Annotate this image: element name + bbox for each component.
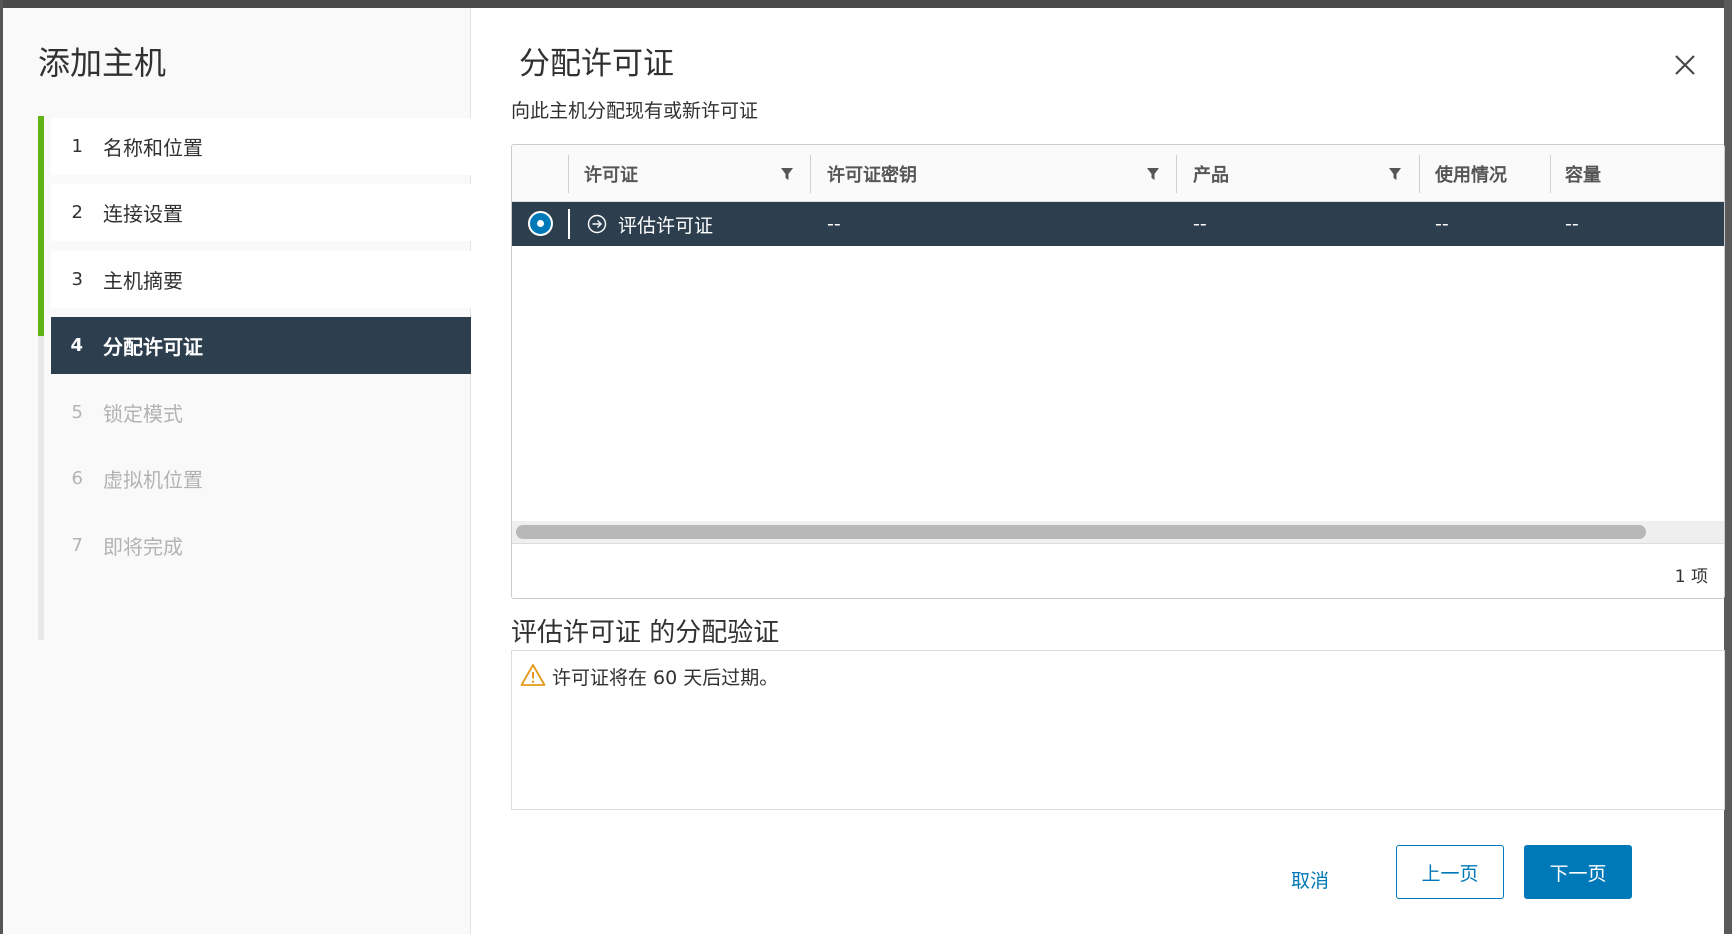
back-button[interactable]: 上一页 xyxy=(1396,845,1504,899)
step-number: 7 xyxy=(71,535,83,556)
step-number: 1 xyxy=(71,136,83,157)
step-number: 3 xyxy=(71,269,83,290)
step-ready-to-complete: 7 即将完成 xyxy=(51,517,471,574)
column-separator xyxy=(1176,155,1177,193)
step-host-summary[interactable]: 3 主机摘要 xyxy=(51,251,471,308)
step-label: 主机摘要 xyxy=(103,269,183,293)
column-header-usage[interactable]: 使用情况 xyxy=(1435,145,1507,202)
step-assign-license[interactable]: 4 分配许可证 xyxy=(51,317,471,374)
step-number: 5 xyxy=(71,402,83,423)
add-host-wizard-modal: 添加主机 1 名称和位置 2 连接设置 3 主机摘要 4 分配许可证 5 锁定模… xyxy=(3,8,1725,934)
background-topbar xyxy=(0,0,1732,8)
column-separator xyxy=(1419,155,1420,193)
cell-license-key: -- xyxy=(827,213,841,235)
column-label: 产品 xyxy=(1193,164,1229,186)
column-label: 许可证 xyxy=(584,164,638,186)
wizard-sidebar: 添加主机 1 名称和位置 2 连接设置 3 主机摘要 4 分配许可证 5 锁定模… xyxy=(3,8,471,934)
column-header-license-key[interactable]: 许可证密钥 xyxy=(827,145,917,202)
step-label: 锁定模式 xyxy=(103,402,183,426)
arrow-circle-right-icon xyxy=(587,214,607,234)
license-grid: 许可证 许可证密钥 产品 使用情况 容量 评估许可证 -- -- -- -- 1… xyxy=(511,144,1725,599)
page-title: 分配许可证 xyxy=(519,46,674,82)
table-row[interactable]: 评估许可证 -- -- -- -- xyxy=(512,202,1724,246)
column-separator xyxy=(568,155,569,193)
step-lockdown-mode: 5 锁定模式 xyxy=(51,384,471,441)
column-header-capacity[interactable]: 容量 xyxy=(1565,145,1601,202)
validation-title: 评估许可证 的分配验证 xyxy=(511,618,780,648)
step-number: 4 xyxy=(70,335,83,356)
cancel-button[interactable]: 取消 xyxy=(1291,866,1329,893)
background-right-edge xyxy=(1724,0,1732,934)
step-vm-location: 6 虚拟机位置 xyxy=(51,450,471,507)
cell-capacity: -- xyxy=(1565,213,1579,235)
item-count: 1 项 xyxy=(1674,567,1708,587)
cell-product: -- xyxy=(1193,213,1207,235)
validation-panel: 许可证将在 60 天后过期。 xyxy=(511,650,1725,810)
step-connection-settings[interactable]: 2 连接设置 xyxy=(51,184,471,241)
filter-icon[interactable] xyxy=(780,167,794,181)
column-separator xyxy=(810,155,811,193)
cell-license: 评估许可证 xyxy=(618,214,714,237)
filter-icon[interactable] xyxy=(1388,167,1402,181)
next-button[interactable]: 下一页 xyxy=(1524,845,1632,899)
column-label: 容量 xyxy=(1565,164,1601,186)
column-label: 许可证密钥 xyxy=(827,164,917,186)
close-icon xyxy=(1675,55,1695,75)
row-select-radio[interactable] xyxy=(528,211,553,236)
grid-footer: 1 项 xyxy=(512,543,1724,598)
step-label: 即将完成 xyxy=(103,535,183,559)
filter-icon[interactable] xyxy=(1146,167,1160,181)
validation-message: 许可证将在 60 天后过期。 xyxy=(552,667,779,689)
wizard-content: 分配许可证 向此主机分配现有或新许可证 许可证 许可证密钥 产品 使用情况 容量… xyxy=(471,8,1725,934)
column-header-product[interactable]: 产品 xyxy=(1193,145,1229,202)
scrollbar-thumb[interactable] xyxy=(516,525,1646,539)
step-number: 6 xyxy=(71,468,83,489)
column-label: 使用情况 xyxy=(1435,164,1507,186)
close-button[interactable] xyxy=(1668,48,1702,82)
step-name-location[interactable]: 1 名称和位置 xyxy=(51,118,471,175)
wizard-title: 添加主机 xyxy=(38,44,167,82)
step-progress-done xyxy=(38,116,44,336)
page-subtitle: 向此主机分配现有或新许可证 xyxy=(511,100,759,122)
column-separator xyxy=(1550,155,1551,193)
horizontal-scrollbar[interactable] xyxy=(512,521,1724,543)
column-header-license[interactable]: 许可证 xyxy=(584,145,638,202)
step-label: 连接设置 xyxy=(103,202,183,226)
step-label: 虚拟机位置 xyxy=(103,468,203,492)
row-separator xyxy=(568,209,570,239)
grid-header: 许可证 许可证密钥 产品 使用情况 容量 xyxy=(512,145,1724,202)
cell-usage: -- xyxy=(1435,213,1449,235)
warning-icon xyxy=(520,664,546,686)
step-label: 分配许可证 xyxy=(103,335,203,359)
step-number: 2 xyxy=(71,202,83,223)
step-label: 名称和位置 xyxy=(103,136,203,160)
